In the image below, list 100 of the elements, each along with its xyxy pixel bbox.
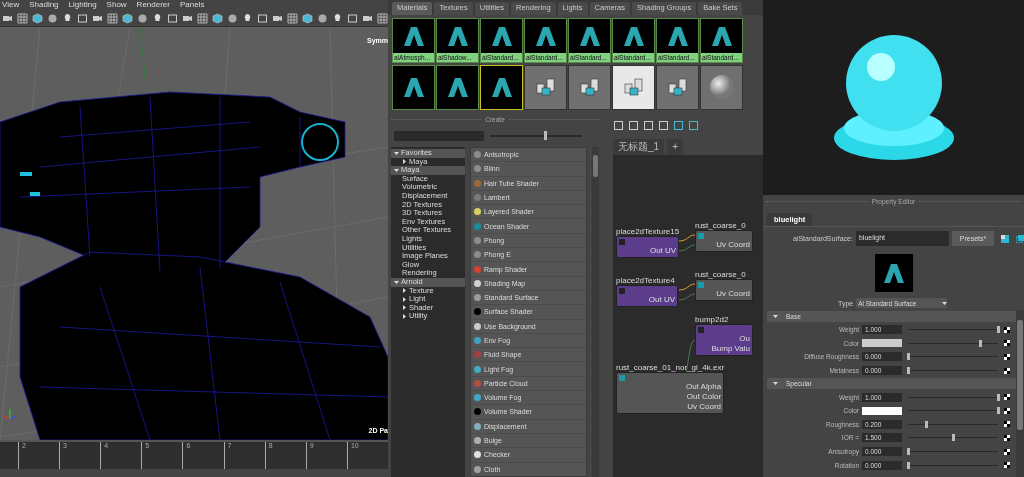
slider-thumb[interactable] bbox=[907, 448, 910, 456]
sphere-icon bbox=[708, 74, 735, 100]
node-title: rust_coarse_0 bbox=[695, 221, 746, 230]
scrollbar-thumb[interactable] bbox=[1017, 320, 1023, 430]
graph-node[interactable]: Out Alpha Out Color Uv Coord bbox=[616, 372, 725, 414]
light-icon[interactable] bbox=[62, 12, 73, 24]
material-swatch[interactable] bbox=[700, 64, 743, 110]
menu-item[interactable]: Panels bbox=[179, 0, 205, 10]
frame-icon[interactable] bbox=[643, 119, 654, 131]
sphere-icon[interactable] bbox=[47, 12, 58, 24]
slider-thumb[interactable] bbox=[925, 420, 928, 428]
frame-icon[interactable] bbox=[673, 119, 684, 131]
slider-thumb[interactable] bbox=[997, 407, 1000, 415]
grid-icon[interactable] bbox=[287, 12, 298, 24]
cube-icon[interactable] bbox=[302, 12, 313, 24]
caret-down-icon[interactable] bbox=[394, 150, 399, 156]
add-tab-button[interactable]: + bbox=[667, 139, 683, 155]
caret-right-icon[interactable] bbox=[402, 159, 407, 165]
cube-icon[interactable] bbox=[32, 12, 43, 24]
material-swatch[interactable] bbox=[568, 64, 611, 110]
checker-icon[interactable] bbox=[1004, 354, 1010, 360]
cube-icon[interactable] bbox=[212, 12, 223, 24]
port-label: Out Color bbox=[686, 392, 722, 401]
graph-node[interactable]: Out UV bbox=[616, 285, 678, 307]
slider-thumb[interactable] bbox=[952, 434, 955, 442]
port-label: Ou bbox=[739, 334, 750, 343]
caret-right-icon[interactable] bbox=[402, 305, 407, 311]
menu-item[interactable]: Show bbox=[106, 0, 127, 10]
connection-line bbox=[678, 283, 696, 291]
material-swatch[interactable] bbox=[656, 64, 699, 110]
graph-node[interactable]: Uv Coord bbox=[695, 279, 753, 301]
caret-down-icon[interactable] bbox=[394, 168, 399, 173]
grid-icon[interactable] bbox=[377, 12, 388, 24]
frame-icon[interactable] bbox=[167, 12, 178, 24]
material-swatch[interactable] bbox=[612, 64, 655, 110]
node-icon[interactable] bbox=[1001, 234, 1009, 243]
material-swatch[interactable] bbox=[524, 64, 567, 110]
copy-icon[interactable] bbox=[1016, 234, 1024, 243]
axis-icon bbox=[3, 408, 17, 420]
frame-icon[interactable] bbox=[77, 12, 88, 24]
slider-thumb[interactable] bbox=[907, 367, 910, 375]
node-title: rust_coarse_01_nor_gl_4k.exr bbox=[616, 363, 725, 372]
light-icon[interactable] bbox=[242, 12, 253, 24]
menu-item[interactable]: Shading bbox=[29, 0, 59, 10]
scrollbar[interactable] bbox=[592, 147, 599, 477]
slider-thumb[interactable] bbox=[979, 339, 982, 347]
frame-icon[interactable] bbox=[628, 119, 639, 131]
menu-item[interactable]: Lighting bbox=[68, 0, 97, 10]
slider-thumb[interactable] bbox=[907, 461, 910, 469]
port-label: Out UV bbox=[648, 295, 675, 304]
connection-line bbox=[678, 244, 696, 252]
port-label: Out UV bbox=[649, 246, 677, 255]
material-swatch[interactable] bbox=[436, 64, 479, 110]
slider-thumb[interactable] bbox=[544, 131, 548, 140]
material-swatch[interactable] bbox=[480, 64, 523, 110]
node-graph-canvas[interactable]: place2dTexture15 Out UV rust_coarse_0 Uv Coord place2dTexture4 Out UV rust_coarse_0 Uv Coord bump2d2 Ou Bump Valu rust_coarse_01_nor_gl_4k.exr Out Alpha Out Color Uv Coord bbox=[613, 155, 763, 477]
cube-icon[interactable] bbox=[122, 12, 133, 24]
slider-thumb[interactable] bbox=[997, 326, 1000, 334]
menu-item[interactable]: View bbox=[2, 0, 20, 10]
slider-thumb[interactable] bbox=[907, 353, 910, 361]
color-swatch[interactable] bbox=[862, 406, 902, 415]
node-title: place2dTexture15 bbox=[616, 227, 680, 236]
search-field[interactable] bbox=[394, 131, 484, 141]
sphere-icon[interactable] bbox=[317, 12, 328, 24]
grid-icon[interactable] bbox=[17, 12, 28, 24]
scrollbar-thumb[interactable] bbox=[593, 155, 598, 177]
graph-node[interactable]: Uv Coord bbox=[695, 230, 753, 252]
caret-down-icon[interactable] bbox=[394, 279, 399, 285]
material-swatch[interactable] bbox=[392, 64, 435, 110]
slider-thumb[interactable] bbox=[997, 393, 1000, 401]
color-swatch[interactable] bbox=[862, 339, 902, 348]
port-label: Uv Coord bbox=[716, 240, 750, 249]
connection-line bbox=[678, 293, 696, 301]
frame-icon[interactable] bbox=[688, 119, 699, 131]
scrollbar[interactable] bbox=[1016, 310, 1024, 477]
light-icon[interactable] bbox=[332, 12, 343, 24]
frame-icon[interactable] bbox=[347, 12, 358, 24]
node-type-icon bbox=[698, 233, 704, 239]
node-type-icon bbox=[619, 239, 625, 245]
sphere-icon[interactable] bbox=[227, 12, 238, 24]
node-type-icon bbox=[698, 282, 704, 288]
grid-icon[interactable] bbox=[658, 119, 669, 131]
node-type-icon bbox=[698, 327, 704, 333]
port-label: Uv Coord bbox=[687, 402, 722, 411]
light-icon[interactable] bbox=[152, 12, 163, 24]
frame-icon[interactable] bbox=[613, 119, 624, 131]
grid-icon[interactable] bbox=[107, 12, 118, 24]
node-title: bump2d2 bbox=[695, 315, 729, 324]
graph-node[interactable]: Ou Bump Valu bbox=[695, 324, 753, 356]
tab[interactable]: 无标题_1 bbox=[613, 139, 665, 155]
frame-icon[interactable] bbox=[257, 12, 268, 24]
grid-icon[interactable] bbox=[197, 12, 208, 24]
caret-right-icon[interactable] bbox=[402, 288, 407, 294]
sphere-icon[interactable] bbox=[137, 12, 148, 24]
caret-right-icon[interactable] bbox=[402, 314, 407, 320]
caret-right-icon[interactable] bbox=[402, 296, 407, 302]
node-type-icon bbox=[619, 375, 625, 381]
menu-item[interactable]: Renderer bbox=[136, 0, 170, 10]
graph-node[interactable]: Out UV bbox=[616, 236, 680, 258]
caret-down-icon bbox=[942, 300, 948, 306]
